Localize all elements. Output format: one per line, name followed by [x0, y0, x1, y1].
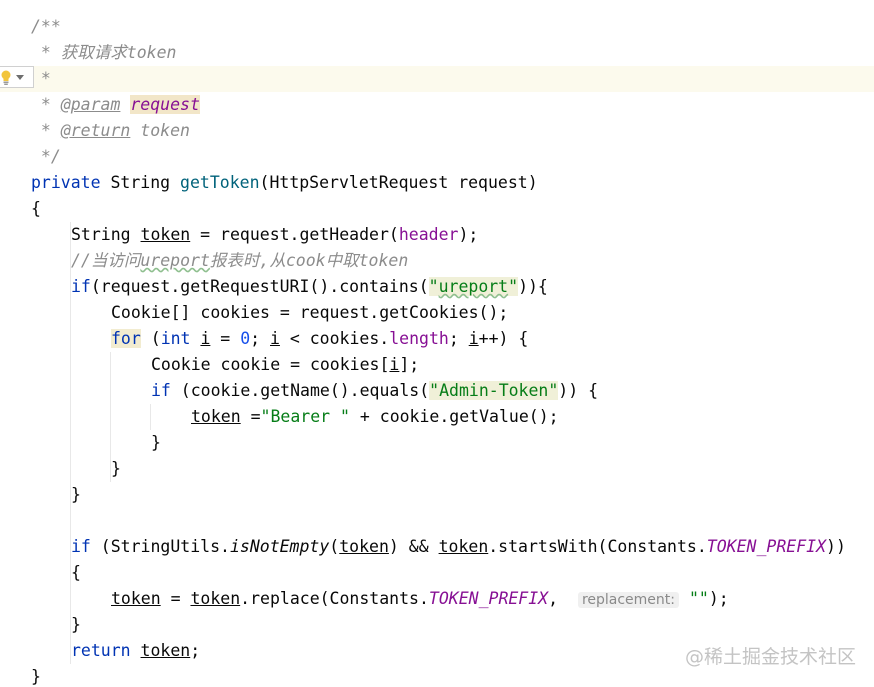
- doc-comment-star: *: [31, 95, 61, 114]
- line-comment: //当访问ureport报表时,从cook中取token: [71, 251, 409, 270]
- brace: }: [31, 667, 41, 686]
- code-line-2[interactable]: * 获取请求token: [0, 40, 874, 66]
- keyword-private: private: [31, 173, 101, 192]
- code-line-12[interactable]: Cookie[] cookies = request.getCookies();: [0, 300, 874, 326]
- code-line-19[interactable]: }: [0, 482, 874, 508]
- code-line-21[interactable]: if (StringUtils.isNotEmpty(token) && tok…: [0, 534, 874, 560]
- variable-token: token: [140, 225, 191, 244]
- watermark: @稀土掘金技术社区: [684, 646, 856, 668]
- code-line-6[interactable]: */: [0, 144, 874, 170]
- code-line-22[interactable]: {: [0, 560, 874, 586]
- code-line-24[interactable]: }: [0, 612, 874, 638]
- field-header: header: [398, 225, 459, 244]
- parameter-hint: replacement:: [577, 592, 679, 608]
- brace: }: [111, 459, 121, 478]
- code-line-3-current[interactable]: *: [0, 66, 874, 92]
- doc-comment-text: * 获取请求token: [31, 43, 177, 62]
- code-line-8[interactable]: {: [0, 196, 874, 222]
- javadoc-param-tag: @param: [60, 95, 121, 114]
- code-line-7[interactable]: private String getToken(HttpServletReque…: [0, 170, 874, 196]
- brace: {: [71, 563, 81, 582]
- code-line-14[interactable]: Cookie cookie = cookies[i];: [0, 352, 874, 378]
- code-line-13[interactable]: for (int i = 0; i < cookies.length; i++)…: [0, 326, 874, 352]
- code-line-10[interactable]: //当访问ureport报表时,从cook中取token: [0, 248, 874, 274]
- brace: {: [31, 199, 41, 218]
- string-literal: "": [688, 589, 709, 608]
- javadoc-return-tag: @return: [60, 121, 131, 140]
- code-editor[interactable]: /** * 获取请求token * * @param request * @re…: [0, 0, 874, 687]
- code-line-15[interactable]: if (cookie.getName().equals("Admin-Token…: [0, 378, 874, 404]
- code-line-5[interactable]: * @return token: [0, 118, 874, 144]
- brace: }: [71, 615, 81, 634]
- string-literal: "Admin-Token": [429, 381, 559, 400]
- javadoc-param-name: request: [130, 95, 200, 114]
- code-line-1[interactable]: /**: [0, 14, 874, 40]
- code-line-4[interactable]: * @param request: [0, 92, 874, 118]
- keyword-for: for: [111, 329, 141, 348]
- chevron-down-icon: [16, 75, 24, 80]
- code-line-23[interactable]: token = token.replace(Constants.TOKEN_PR…: [0, 586, 874, 612]
- doc-comment-open: /**: [31, 17, 61, 36]
- keyword-return: return: [71, 641, 131, 660]
- lightbulb-icon: [1, 70, 11, 85]
- code-line-16[interactable]: token ="Bearer " + cookie.getValue();: [0, 404, 874, 430]
- brace: }: [151, 433, 161, 452]
- code-line-11[interactable]: if(request.getRequestURI().contains("ure…: [0, 274, 874, 300]
- intention-actions-button[interactable]: [0, 66, 34, 88]
- string-literal: "Bearer ": [260, 407, 350, 426]
- string-literal: "ureport": [428, 277, 519, 296]
- code-line-18[interactable]: }: [0, 456, 874, 482]
- code-line-17[interactable]: }: [0, 430, 874, 456]
- constant-token-prefix: TOKEN_PREFIX: [706, 537, 827, 556]
- method-name[interactable]: getToken: [180, 173, 259, 192]
- code-line-9[interactable]: String token = request.getHeader(header)…: [0, 222, 874, 248]
- doc-comment-close: */: [31, 147, 61, 166]
- brace: }: [71, 485, 81, 504]
